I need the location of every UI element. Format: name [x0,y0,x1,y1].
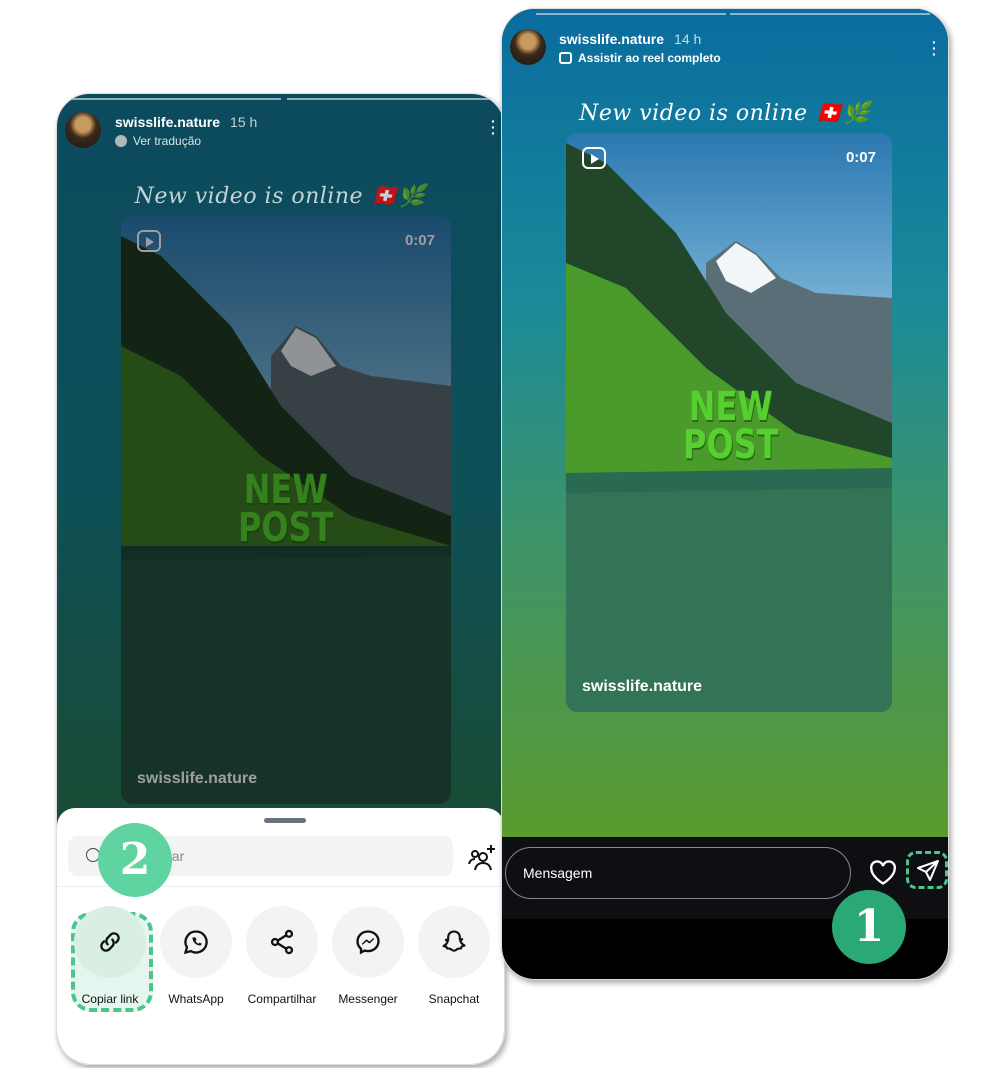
more-options-icon[interactable]: · · · [932,35,937,61]
story-progress [287,98,497,100]
avatar[interactable] [65,112,101,148]
video-duration: 0:07 [845,149,876,166]
video-watermark: swisslife.nature [582,678,703,695]
share-icon [270,929,294,955]
whatsapp-icon [183,930,208,955]
timestamp: 15 h [230,114,258,130]
story-progress [67,98,281,100]
link-icon [100,932,120,952]
add-people-icon[interactable] [467,842,497,872]
share-option-messenger[interactable]: Messenger [331,906,405,1006]
username[interactable]: swisslife.nature 14 h [559,31,701,47]
step-badge-2: 2 [98,823,172,897]
snapchat-icon [442,930,466,952]
reel-preview[interactable]: NEW POST 0:07 swisslife.nature [121,216,451,804]
send-icon[interactable] [916,859,940,883]
reels-icon [559,52,572,64]
reel-preview[interactable]: NEW POST 0:07 swisslife.nature [566,133,892,712]
message-input[interactable]: Mensagem [505,847,851,899]
timestamp: 14 h [674,31,702,47]
chat-bubble-icon [115,135,127,147]
avatar[interactable] [510,29,546,65]
share-option-copy-link[interactable]: Copiar link [73,906,147,1006]
username[interactable]: swisslife.nature 15 h [115,114,257,130]
more-options-icon[interactable]: · · · [491,114,496,140]
story-caption: New video is online 🇨🇭🌿 [579,101,871,126]
sheet-drag-handle[interactable] [264,818,306,823]
messenger-icon [356,930,380,955]
share-option-whatsapp[interactable]: WhatsApp [159,906,233,1006]
translate-link[interactable]: Ver tradução [115,134,201,148]
story-caption: New video is online 🇨🇭🌿 [134,184,427,209]
reels-icon [582,147,606,169]
story-progress [730,13,930,15]
watch-full-reel-link[interactable]: Assistir ao reel completo [559,51,721,65]
share-option-snapchat[interactable]: Snapchat [417,906,491,1006]
share-option-share[interactable]: Compartilhar [245,906,319,1006]
left-phone-screen: swisslife.nature 15 h Ver tradução · · · Ne… [56,93,505,1065]
step-badge-1: 1 [832,890,906,964]
story-progress [536,13,726,15]
right-phone-screen: swisslife.nature 14 h Assistir ao reel co… [501,8,949,980]
heart-icon[interactable] [869,860,897,886]
